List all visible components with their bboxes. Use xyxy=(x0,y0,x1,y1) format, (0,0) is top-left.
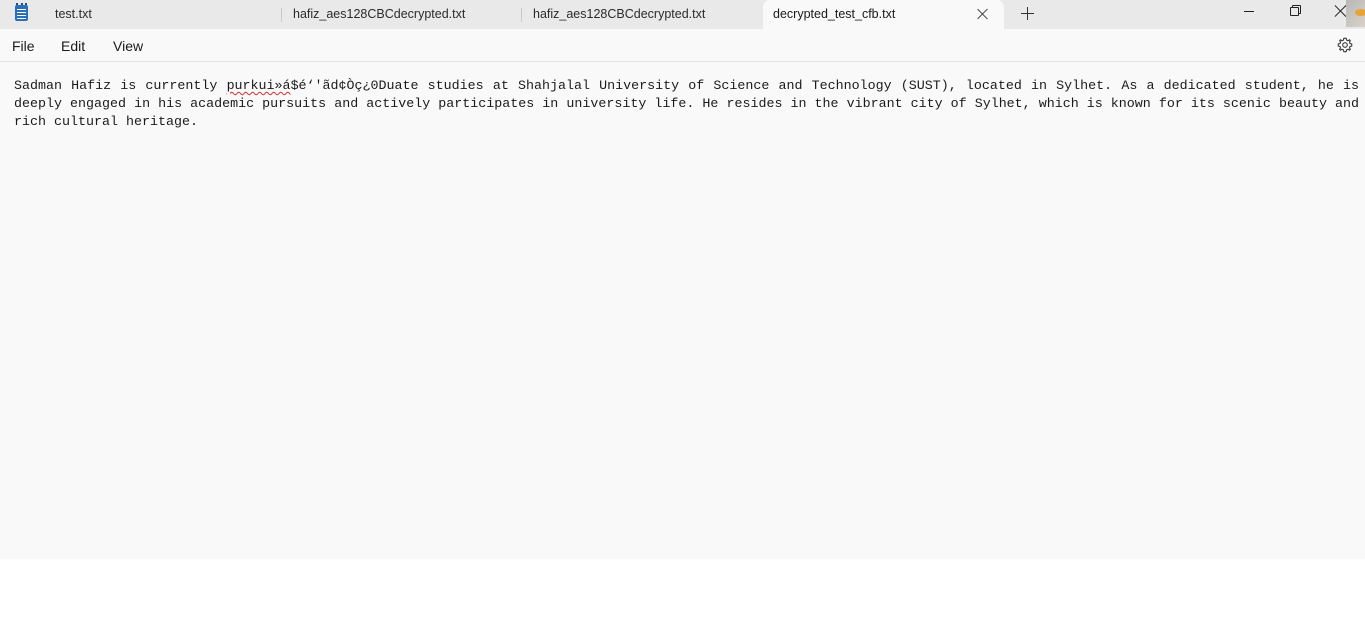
misspelled-word[interactable]: purkui»á xyxy=(227,79,291,94)
new-tab-icon[interactable] xyxy=(1020,6,1036,22)
tab-hafiz-cbc-2[interactable]: hafiz_aes128CBCdecrypted.txt xyxy=(522,0,762,29)
tab-label: decrypted_test_cfb.txt xyxy=(773,0,895,28)
tab-hafiz-cbc-1[interactable]: hafiz_aes128CBCdecrypted.txt xyxy=(282,0,520,29)
menu-view[interactable]: View xyxy=(113,38,143,54)
tab-label: hafiz_aes128CBCdecrypted.txt xyxy=(293,0,465,28)
settings-gear-icon[interactable] xyxy=(1337,37,1353,53)
title-bar: test.txt hafiz_aes128CBCdecrypted.txt ha… xyxy=(0,0,1365,29)
editor-text: Sadman Hafiz is currently xyxy=(14,79,227,94)
restore-button[interactable] xyxy=(1272,0,1318,29)
menu-file[interactable]: File xyxy=(12,38,35,54)
minimize-button[interactable] xyxy=(1226,0,1272,29)
tab-test-txt[interactable]: test.txt xyxy=(44,0,274,29)
close-tab-icon[interactable] xyxy=(976,7,990,21)
tab-decrypted-test-cfb[interactable]: decrypted_test_cfb.txt xyxy=(763,0,1004,29)
tab-label: hafiz_aes128CBCdecrypted.txt xyxy=(533,0,705,28)
text-editor-area[interactable]: Sadman Hafiz is currently purkui»á$é‘'ãd… xyxy=(14,78,1359,132)
corner-overlay-icon xyxy=(1346,0,1365,27)
menu-bar: File Edit View xyxy=(0,29,1365,62)
tab-label: test.txt xyxy=(55,0,92,28)
notepad-window: test.txt hafiz_aes128CBCdecrypted.txt ha… xyxy=(0,0,1365,559)
close-window-button[interactable] xyxy=(1318,0,1346,29)
notepad-icon xyxy=(15,5,28,21)
restore-icon xyxy=(1290,7,1299,16)
minimize-icon xyxy=(1244,11,1254,12)
menu-edit[interactable]: Edit xyxy=(61,38,85,54)
